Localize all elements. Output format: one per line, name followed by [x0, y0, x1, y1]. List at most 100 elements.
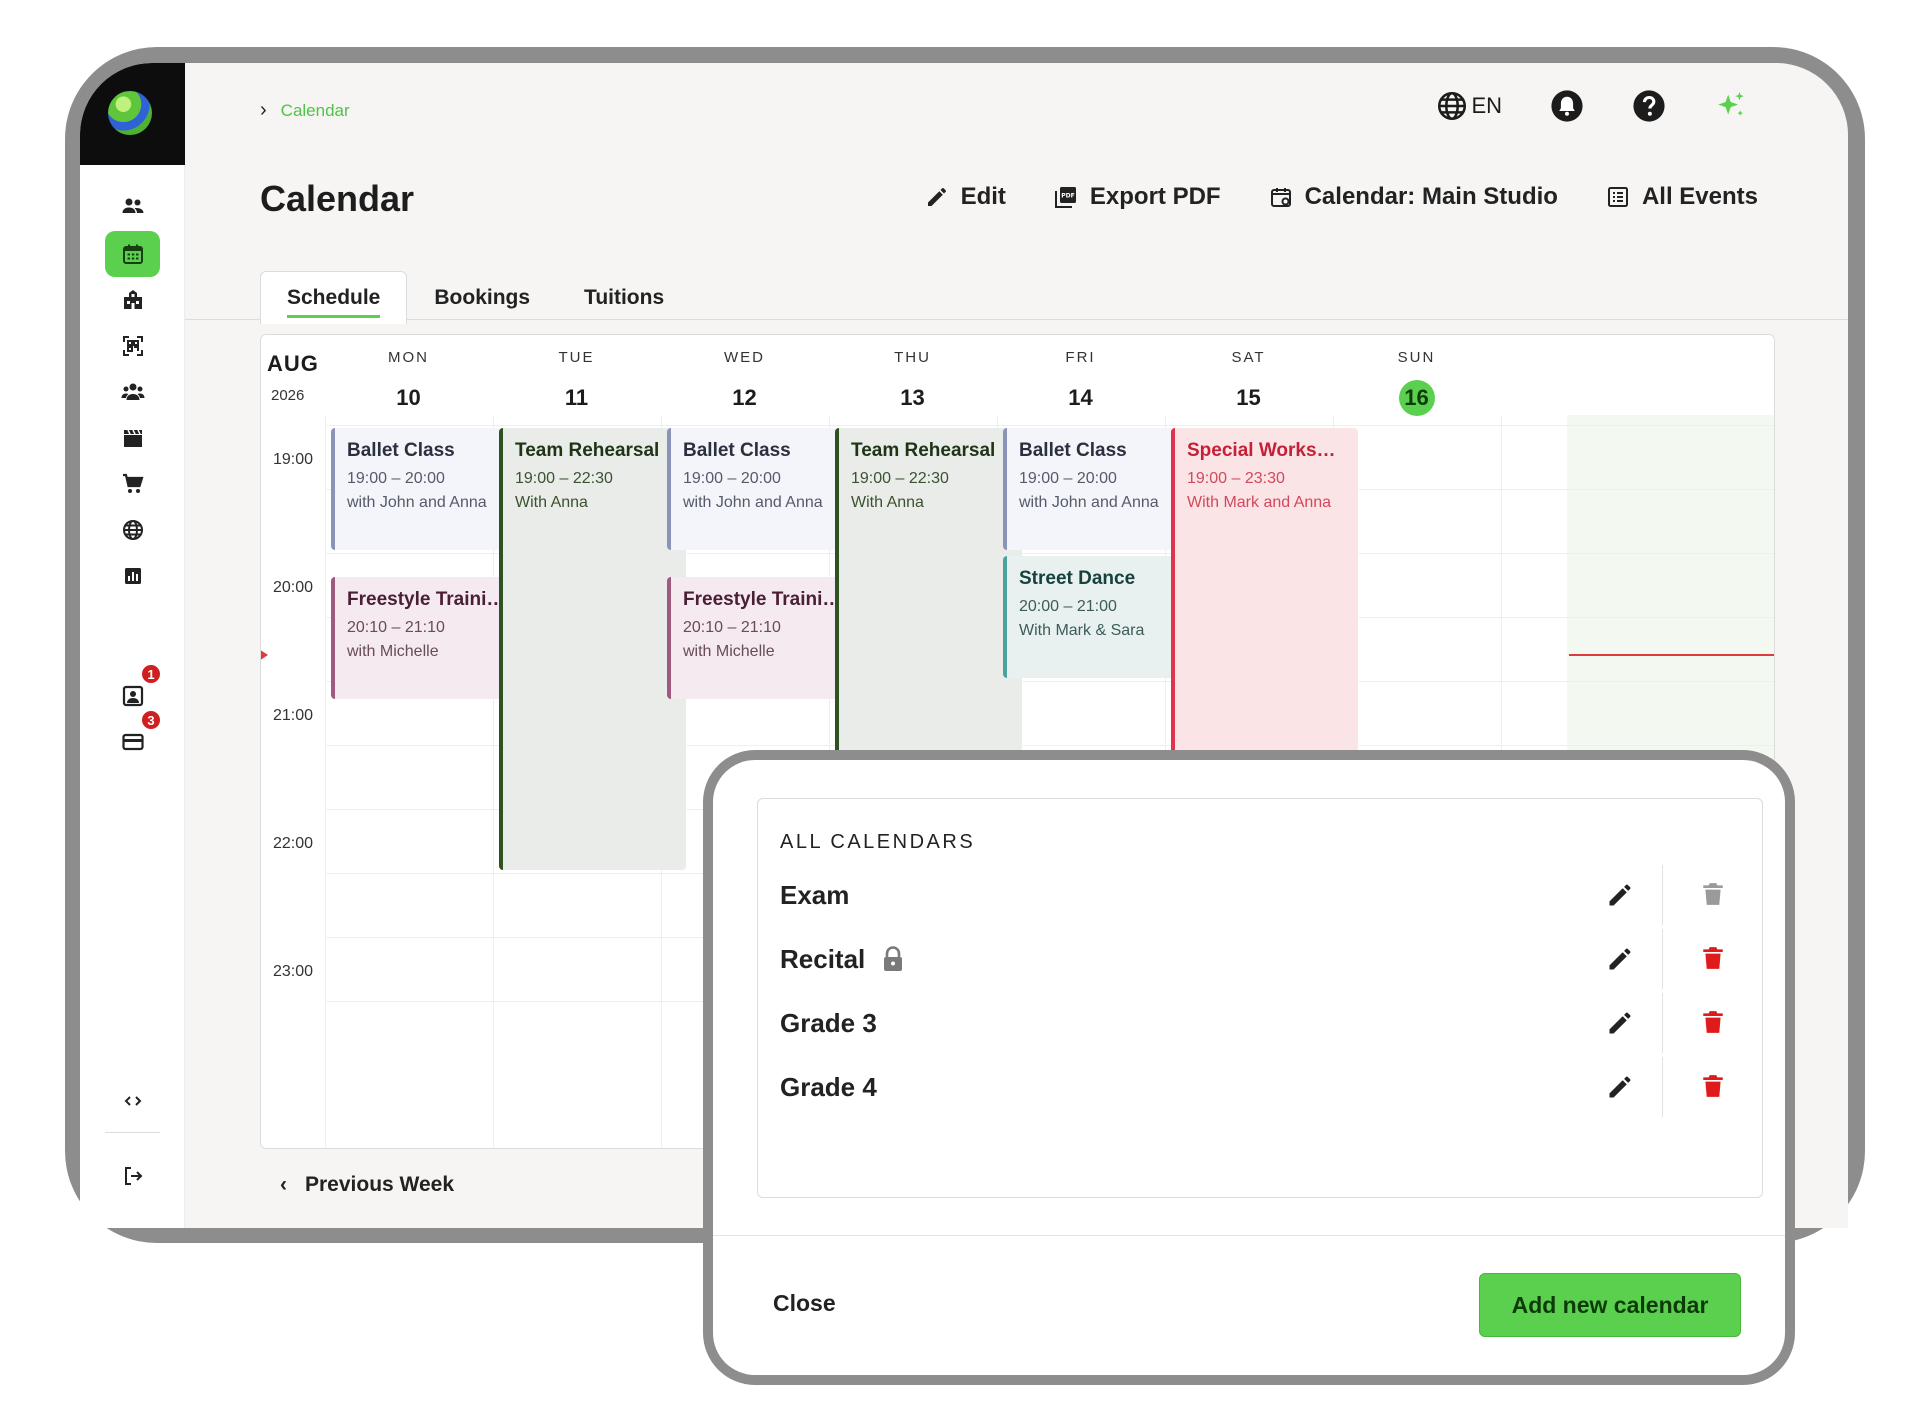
calendar-row: Grade 3 [780, 991, 1762, 1055]
sidebar-item-logout[interactable] [105, 1153, 160, 1199]
breadcrumb: › Calendar [260, 99, 350, 122]
event-time: 19:00 – 20:00 [347, 470, 445, 487]
help-icon [1633, 90, 1665, 122]
calendar-name-label: Grade 4 [780, 1071, 877, 1102]
event-title: Team Rehearsal [515, 440, 660, 461]
logo-container[interactable] [80, 63, 185, 165]
tab-schedule[interactable]: Schedule [260, 271, 408, 324]
edit-calendar-pencil-icon[interactable] [1606, 1009, 1634, 1037]
calendar-row: Recital [780, 927, 1762, 991]
event-card[interactable]: Freestyle Training 20:10 – 21:10 with Mich… [331, 577, 518, 700]
tab-bar: Schedule Bookings Tuitions [260, 271, 691, 324]
event-participants: with Michelle [683, 643, 775, 661]
delete-calendar-trash-icon[interactable] [1700, 945, 1726, 973]
close-button[interactable]: Close [773, 1290, 836, 1317]
chevron-right-icon: › [260, 99, 267, 121]
event-card[interactable]: Street Dance 20:00 – 21:00 With Mark & Sar… [1003, 556, 1190, 678]
sidebar-item-embed[interactable] [105, 1078, 160, 1124]
sidebar-item-website[interactable] [105, 507, 160, 553]
event-card[interactable]: Ballet Class 19:00 – 20:00 with John and A… [331, 428, 518, 550]
event-card[interactable]: Freestyle Training 20:10 – 21:10 with Mich… [667, 577, 854, 700]
all-events-button[interactable]: All Events [1606, 183, 1758, 211]
sidebar-item-shop[interactable] [105, 461, 160, 507]
day-date: 11 [564, 385, 589, 410]
event-time: 19:00 – 22:30 [851, 470, 949, 487]
sidebar-item-groups[interactable] [105, 369, 160, 415]
sidebar-item-venue[interactable] [105, 277, 160, 323]
previous-week-label: Previous Week [305, 1173, 455, 1196]
language-switcher[interactable]: EN [1435, 89, 1502, 123]
event-card[interactable]: Ballet Class 19:00 – 20:00 with John and A… [1003, 428, 1190, 550]
language-label: EN [1471, 93, 1502, 118]
help-button[interactable] [1632, 89, 1666, 123]
calendar-sync-icon [1270, 188, 1291, 207]
day-date: 13 [900, 385, 925, 410]
edit-calendar-pencil-icon[interactable] [1606, 881, 1634, 909]
day-date: 12 [732, 385, 757, 410]
event-card[interactable]: Team Rehearsal 19:00 – 22:30 With Anna [499, 428, 686, 870]
event-title: Ballet Class [1019, 440, 1127, 461]
chevron-left-icon: ‹ [280, 1173, 287, 1196]
sidebar: 1 3 [80, 63, 185, 1228]
people-icon [122, 198, 143, 213]
calendar-year: 2026 [271, 387, 305, 404]
event-participants: with John and Anna [347, 494, 487, 511]
payments-badge: 3 [140, 709, 162, 731]
edit-calendar-pencil-icon[interactable] [1606, 1073, 1634, 1101]
event-time: 20:10 – 21:10 [347, 619, 445, 637]
page-title: Calendar [260, 178, 415, 219]
sidebar-item-people[interactable] [105, 183, 160, 229]
sidebar-item-payments[interactable]: 3 [105, 709, 162, 765]
delete-calendar-trash-icon[interactable] [1700, 1009, 1726, 1037]
notifications-button[interactable] [1550, 89, 1584, 123]
event-participants: with John and Anna [683, 494, 823, 511]
sidebar-divider [105, 1132, 160, 1133]
sidebar-item-media[interactable] [105, 415, 160, 461]
sidebar-item-reports[interactable] [105, 553, 160, 599]
chart-icon [124, 568, 141, 584]
group-icon [121, 383, 144, 400]
tab-bookings[interactable]: Bookings [407, 271, 557, 324]
breadcrumb-current[interactable]: Calendar [281, 101, 350, 121]
day-header-sun[interactable]: SUN 16 [1313, 349, 1520, 416]
edit-label: Edit [960, 183, 1006, 210]
sidebar-item-scan[interactable] [105, 323, 160, 369]
export-pdf-label: Export PDF [1089, 183, 1221, 210]
sidebar-item-calendar[interactable] [105, 231, 160, 277]
day-date: 15 [1236, 385, 1261, 410]
modal-divider [713, 1235, 1785, 1236]
event-title: Freestyle Training [683, 589, 842, 611]
ai-assistant-button[interactable] [1714, 89, 1748, 123]
page-actions: Edit PDF Export PDF Calendar: Main Studi… [925, 183, 1758, 211]
current-time-line [1569, 654, 1774, 656]
previous-week-button[interactable]: ‹ Previous Week [280, 1173, 454, 1197]
all-events-label: All Events [1641, 183, 1758, 210]
calendar-name-label: Grade 3 [780, 1007, 877, 1038]
event-card[interactable]: Ballet Class 19:00 – 20:00 with John and A… [667, 428, 854, 550]
edit-calendar-pencil-icon[interactable] [1606, 945, 1634, 973]
edit-button[interactable]: Edit [925, 183, 1006, 211]
qr-scan-icon [122, 336, 143, 356]
building-icon [123, 290, 142, 309]
delete-calendar-trash-icon[interactable] [1700, 1073, 1726, 1101]
event-participants: with Michelle [347, 643, 439, 661]
list-icon [1607, 187, 1628, 207]
modal-heading: ALL CALENDARS [780, 831, 976, 853]
svg-text:PDF: PDF [1061, 193, 1074, 200]
row-action-divider [1662, 993, 1663, 1053]
credit-card-icon [121, 733, 144, 751]
event-title: Special Workshop [1187, 440, 1346, 461]
tab-tuitions[interactable]: Tuitions [557, 271, 691, 324]
event-time: 20:00 – 21:00 [1019, 598, 1117, 615]
sparkle-icon [1718, 91, 1744, 116]
export-pdf-button[interactable]: PDF Export PDF [1054, 183, 1221, 211]
event-time: 19:00 – 20:00 [683, 470, 781, 487]
clapperboard-icon [123, 429, 142, 447]
hour-label: 21:00 [273, 707, 314, 724]
lock-icon [881, 946, 905, 972]
event-time: 19:00 – 22:30 [515, 470, 613, 487]
add-new-calendar-button[interactable]: Add new calendar [1479, 1273, 1741, 1337]
calendar-selector-button[interactable]: Calendar: Main Studio [1269, 183, 1558, 211]
row-action-divider [1662, 929, 1663, 989]
event-title: Ballet Class [347, 440, 455, 461]
